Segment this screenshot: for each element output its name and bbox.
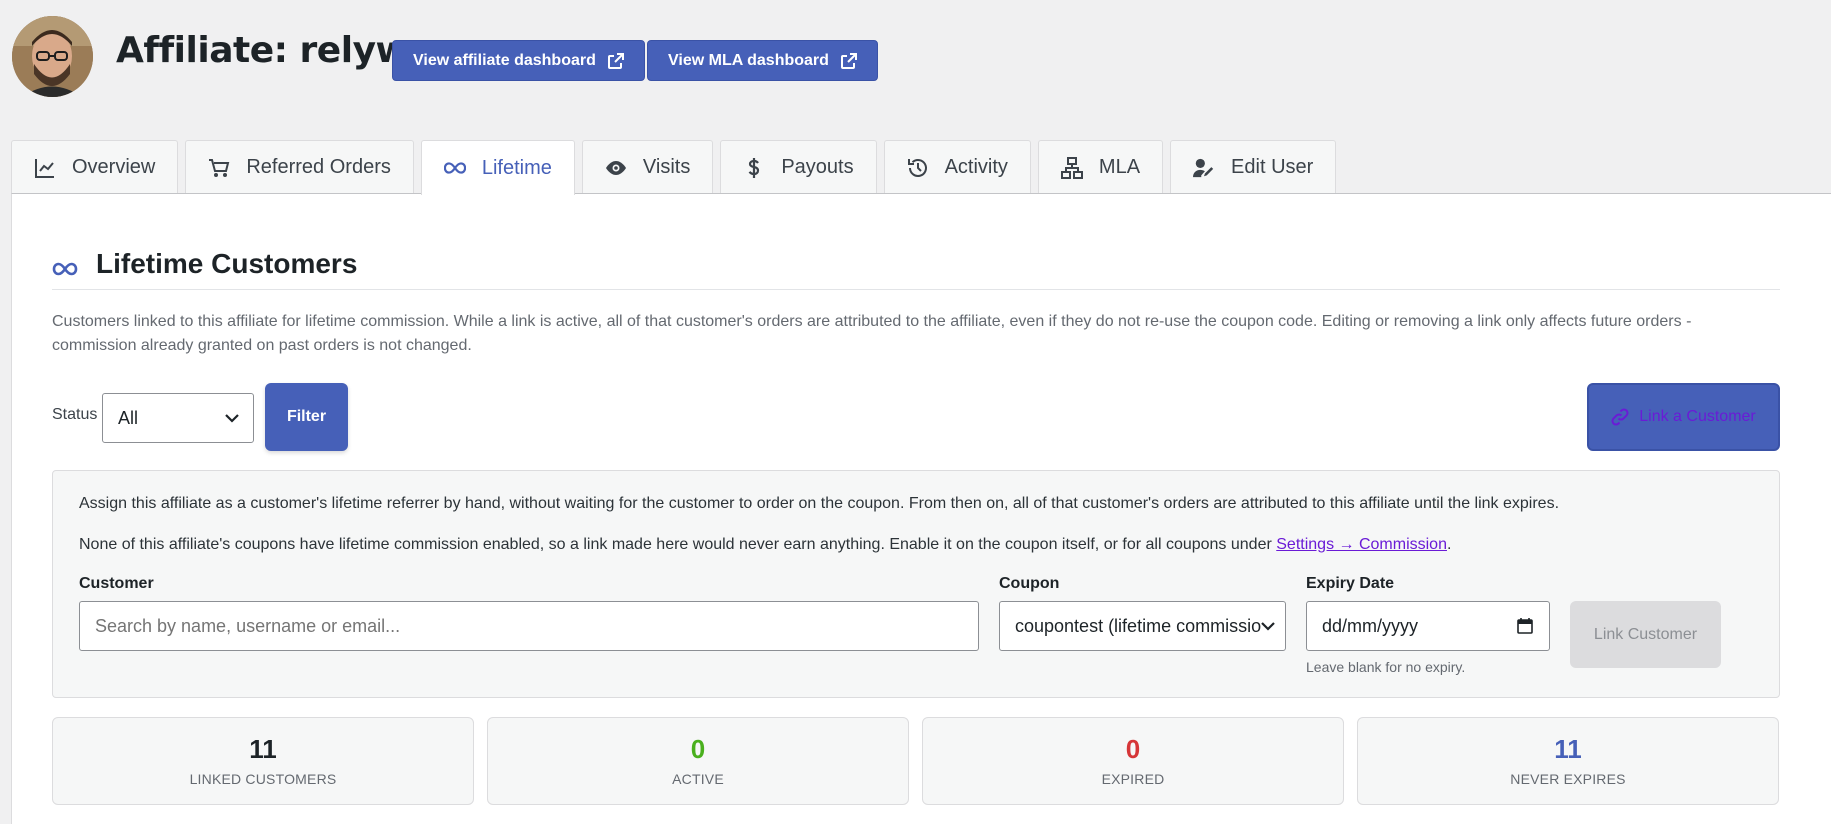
section-title: Lifetime Customers — [96, 248, 358, 279]
settings-commission-link[interactable]: Settings → Commission — [1276, 536, 1447, 553]
infinity-icon — [52, 262, 78, 276]
tab-referred-orders[interactable]: Referred Orders — [185, 140, 414, 194]
stat-card-linked-customers: 11 LINKED CUSTOMERS — [52, 717, 474, 805]
external-link-icon — [607, 52, 624, 69]
network-icon — [1060, 156, 1083, 179]
chart-line-icon — [35, 158, 54, 178]
status-select-value: All — [118, 407, 139, 428]
status-label: Status — [52, 406, 98, 423]
link-icon — [1611, 408, 1629, 426]
expiry-date-label: Expiry Date — [1306, 575, 1395, 592]
tab-mla[interactable]: MLA — [1037, 140, 1164, 194]
link-customer-submit-button[interactable]: Link Customer — [1570, 601, 1721, 668]
stat-value: 0 — [1125, 734, 1141, 764]
page-header: Affiliate: relywp View affiliate dashboa… — [0, 0, 1831, 120]
tab-label: Payouts — [781, 156, 854, 178]
view-mla-dashboard-button[interactable]: View MLA dashboard — [647, 40, 878, 81]
customer-search-input[interactable] — [79, 601, 979, 651]
stat-label: LINKED CUSTOMERS — [189, 771, 337, 787]
tab-lifetime[interactable]: Lifetime — [420, 140, 575, 195]
view-affiliate-dashboard-label: View affiliate dashboard — [413, 51, 596, 69]
section-header: Lifetime Customers — [52, 248, 1780, 290]
link-a-customer-label: Link a Customer — [1639, 408, 1756, 425]
stat-card-never-expires: 11 NEVER EXPIRES — [1357, 717, 1779, 805]
coupon-select-value: coupontest (lifetime commission) — [1015, 615, 1261, 636]
calendar-icon[interactable] — [1517, 618, 1533, 634]
tab-overview[interactable]: Overview — [11, 140, 179, 194]
tab-activity[interactable]: Activity — [883, 140, 1031, 194]
cart-icon — [209, 158, 230, 177]
status-select[interactable]: All — [102, 393, 254, 443]
tab-label: MLA — [1098, 156, 1141, 178]
chevron-down-icon — [1261, 622, 1275, 631]
tab-label: Referred Orders — [246, 156, 391, 178]
link-a-customer-button[interactable]: Link a Customer — [1587, 383, 1780, 451]
page-title: Affiliate: relywp — [116, 30, 434, 71]
tab-label: Edit User — [1231, 156, 1314, 178]
view-affiliate-dashboard-button[interactable]: View affiliate dashboard — [392, 40, 645, 81]
tab-visits[interactable]: Visits — [581, 140, 714, 194]
tab-label: Activity — [944, 156, 1008, 178]
stat-label: NEVER EXPIRES — [1510, 771, 1626, 787]
tab-label: Lifetime — [481, 156, 552, 179]
filter-button[interactable]: Filter — [265, 383, 348, 451]
coupon-select[interactable]: coupontest (lifetime commission) — [999, 601, 1286, 651]
view-mla-dashboard-label: View MLA dashboard — [668, 51, 829, 69]
coupon-label: Coupon — [999, 575, 1060, 592]
section-description: Customers linked to this affiliate for l… — [52, 313, 1692, 354]
stat-label: EXPIRED — [1101, 771, 1165, 787]
stat-label: ACTIVE — [672, 771, 724, 787]
infinity-icon — [443, 162, 466, 174]
stat-value: 11 — [249, 734, 277, 764]
tab-payouts[interactable]: Payouts — [720, 140, 877, 194]
history-icon — [907, 158, 927, 177]
assign-description: Assign this affiliate as a customer's li… — [79, 495, 1560, 512]
stat-card-active: 0 ACTIVE — [487, 717, 909, 805]
tab-bar: Overview Referred Orders Lifetime Visits… — [11, 140, 1337, 195]
tab-label: Visits — [642, 156, 691, 178]
assign-warning-text: None of this affiliate's coupons have li… — [79, 536, 1277, 553]
user-edit-icon — [1193, 158, 1214, 177]
tab-label: Overview — [72, 156, 156, 178]
chevron-down-icon — [225, 414, 239, 423]
customer-label: Customer — [79, 575, 154, 592]
avatar-image — [12, 16, 93, 97]
assign-warning-suffix: . — [1446, 536, 1452, 553]
external-link-icon — [840, 52, 857, 69]
expiry-date-hint: Leave blank for no expiry. — [1306, 659, 1466, 675]
expiry-date-input[interactable]: dd/mm/yyyy — [1306, 601, 1550, 651]
stat-card-expired: 0 EXPIRED — [922, 717, 1344, 805]
stat-value: 0 — [690, 734, 706, 764]
tab-edit-user[interactable]: Edit User — [1170, 140, 1337, 194]
assign-warning: None of this affiliate's coupons have li… — [79, 536, 1451, 554]
dollar-icon — [748, 157, 760, 178]
avatar — [12, 16, 93, 97]
eye-icon — [605, 160, 626, 175]
stat-value: 11 — [1554, 734, 1582, 764]
expiry-date-placeholder: dd/mm/yyyy — [1322, 615, 1419, 636]
